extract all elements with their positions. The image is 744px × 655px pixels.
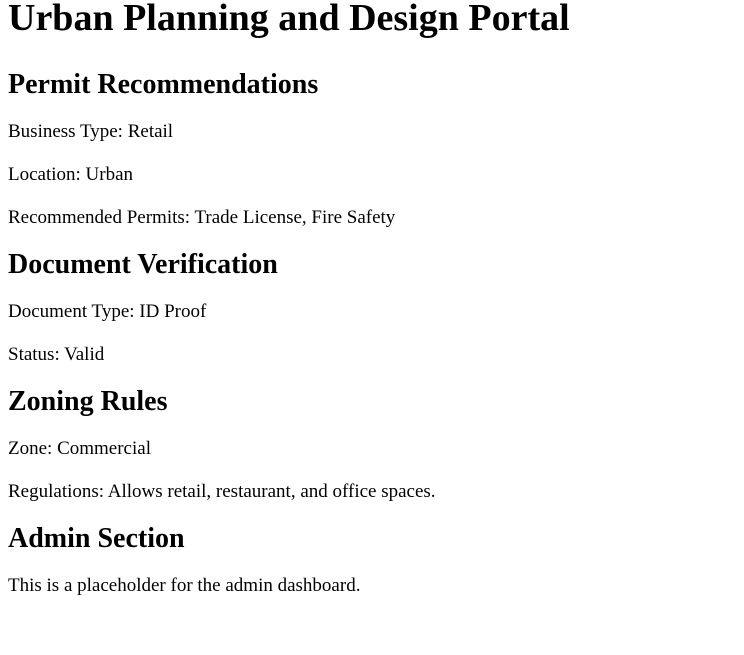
permit-recommendations-heading: Permit Recommendations (8, 69, 319, 100)
page-title: Urban Planning and Design Portal (8, 0, 570, 39)
admin-section-heading: Admin Section (8, 523, 185, 554)
admin-section: Admin Section This is a placeholder for … (8, 523, 736, 597)
zone-text: Zone: Commercial (8, 438, 151, 459)
regulations-text: Regulations: Allows retail, restaurant, … (8, 481, 436, 502)
admin-placeholder-text: This is a placeholder for the admin dash… (8, 575, 361, 596)
recommended-permits-text: Recommended Permits: Trade License, Fire… (8, 207, 396, 228)
document-type-text: Document Type: ID Proof (8, 301, 207, 322)
verification-status-text: Status: Valid (8, 344, 105, 365)
document-verification-heading: Document Verification (8, 249, 278, 280)
business-type-text: Business Type: Retail (8, 121, 174, 142)
permit-recommendations-section: Permit Recommendations Business Type: Re… (8, 69, 736, 229)
zoning-rules-heading: Zoning Rules (8, 386, 168, 417)
document-verification-section: Document Verification Document Type: ID … (8, 249, 736, 366)
page-container: Urban Planning and Design Portal Permit … (0, 0, 744, 597)
zoning-rules-section: Zoning Rules Zone: Commercial Regulation… (8, 386, 736, 503)
location-text: Location: Urban (8, 164, 134, 185)
